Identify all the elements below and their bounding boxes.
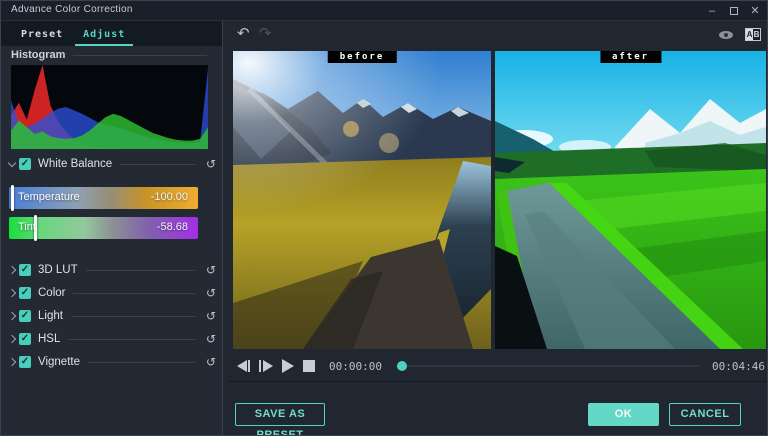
after-video-frame: after — [495, 51, 766, 349]
footer-bar: SAVE AS PRESET OK CANCEL — [229, 381, 768, 436]
ab-compare-icon[interactable]: AB — [745, 28, 761, 41]
color-label: Color — [38, 287, 65, 299]
seek-slider[interactable] — [396, 358, 700, 374]
hsl-checkbox[interactable]: ✓ — [19, 333, 31, 345]
section-3d-lut: ✓ 3D LUT ↺ — [5, 262, 219, 278]
3d-lut-checkbox[interactable]: ✓ — [19, 264, 31, 276]
chevron-right-icon[interactable] — [5, 359, 19, 365]
compare-frames: before — [233, 51, 766, 349]
histogram-label: Histogram — [11, 49, 65, 61]
vignette-checkbox[interactable]: ✓ — [19, 356, 31, 368]
tab-preset[interactable]: Preset — [11, 24, 73, 46]
window-title: Advance Color Correction — [11, 4, 133, 15]
tab-adjust[interactable]: Adjust — [73, 24, 135, 46]
tint-slider[interactable]: Tint -58.68 — [9, 217, 198, 239]
section-vignette: ✓ Vignette ↺ — [5, 354, 219, 370]
duration: 00:04:46 — [712, 360, 765, 373]
title-bar: Advance Color Correction – ✕ — [1, 1, 768, 21]
divider — [68, 339, 195, 340]
histogram-chart — [11, 65, 208, 149]
white-balance-checkbox[interactable]: ✓ — [19, 158, 31, 170]
before-badge: before — [328, 51, 397, 63]
chevron-right-icon[interactable] — [5, 313, 19, 319]
ok-button[interactable]: OK — [588, 403, 659, 426]
before-video-frame: before — [233, 51, 491, 349]
stop-icon[interactable] — [299, 358, 321, 374]
next-frame-icon[interactable] — [255, 358, 277, 374]
adjust-panel: Preset Adjust Histogram ✓ White Balance … — [1, 21, 223, 436]
save-as-preset-button[interactable]: SAVE AS PRESET — [235, 403, 325, 426]
play-icon[interactable] — [277, 358, 299, 374]
3d-lut-label: 3D LUT — [38, 264, 78, 276]
chevron-right-icon[interactable] — [5, 336, 19, 342]
chevron-right-icon[interactable] — [5, 267, 19, 273]
after-badge: after — [600, 51, 661, 63]
temperature-value: -100.00 — [151, 191, 188, 203]
redo-icon[interactable]: ↷ — [259, 24, 272, 42]
temperature-label: Temperature — [18, 191, 80, 203]
color-checkbox[interactable]: ✓ — [19, 287, 31, 299]
reset-icon[interactable]: ↺ — [203, 309, 219, 323]
reset-icon[interactable]: ↺ — [203, 355, 219, 369]
seek-track[interactable] — [396, 365, 700, 367]
section-light: ✓ Light ↺ — [5, 308, 219, 324]
section-hsl: ✓ HSL ↺ — [5, 331, 219, 347]
current-time: 00:00:00 — [329, 360, 382, 373]
temperature-slider[interactable]: Temperature -100.00 — [9, 187, 198, 209]
light-label: Light — [38, 310, 63, 322]
tint-value: -58.68 — [157, 221, 188, 233]
advance-color-correction-window: Advance Color Correction – ✕ Preset Adju… — [0, 0, 768, 436]
divider — [71, 316, 195, 317]
tint-label: Tint — [18, 221, 36, 233]
hsl-label: HSL — [38, 333, 60, 345]
previous-frame-icon[interactable] — [233, 358, 255, 374]
divider — [73, 293, 195, 294]
chevron-right-icon[interactable] — [5, 290, 19, 296]
section-color: ✓ Color ↺ — [5, 285, 219, 301]
temperature-slider-handle[interactable] — [11, 185, 14, 211]
white-balance-label: White Balance — [38, 158, 112, 170]
reset-icon[interactable]: ↺ — [203, 263, 219, 277]
light-checkbox[interactable]: ✓ — [19, 310, 31, 322]
tab-bar: Preset Adjust — [1, 21, 222, 46]
transport-bar: 00:00:00 00:04:46 — [233, 353, 765, 379]
chevron-down-icon[interactable] — [5, 162, 19, 166]
maximize-icon[interactable] — [725, 1, 743, 21]
reset-icon[interactable]: ↺ — [203, 286, 219, 300]
divider — [86, 270, 195, 271]
close-icon[interactable]: ✕ — [746, 1, 764, 21]
undo-icon[interactable]: ↶ — [237, 24, 250, 42]
eye-icon[interactable] — [719, 31, 733, 39]
preview-area: ↶ ↷ AB — [229, 21, 768, 436]
divider — [73, 55, 207, 56]
minimize-icon[interactable]: – — [703, 1, 721, 21]
progress-thumb[interactable] — [397, 361, 407, 371]
vignette-label: Vignette — [38, 356, 80, 368]
reset-icon[interactable]: ↺ — [203, 332, 219, 346]
divider — [120, 164, 195, 165]
divider — [88, 362, 195, 363]
reset-icon[interactable]: ↺ — [203, 157, 219, 171]
cancel-button[interactable]: CANCEL — [669, 403, 741, 426]
white-balance-section: ✓ White Balance ↺ — [5, 156, 219, 172]
